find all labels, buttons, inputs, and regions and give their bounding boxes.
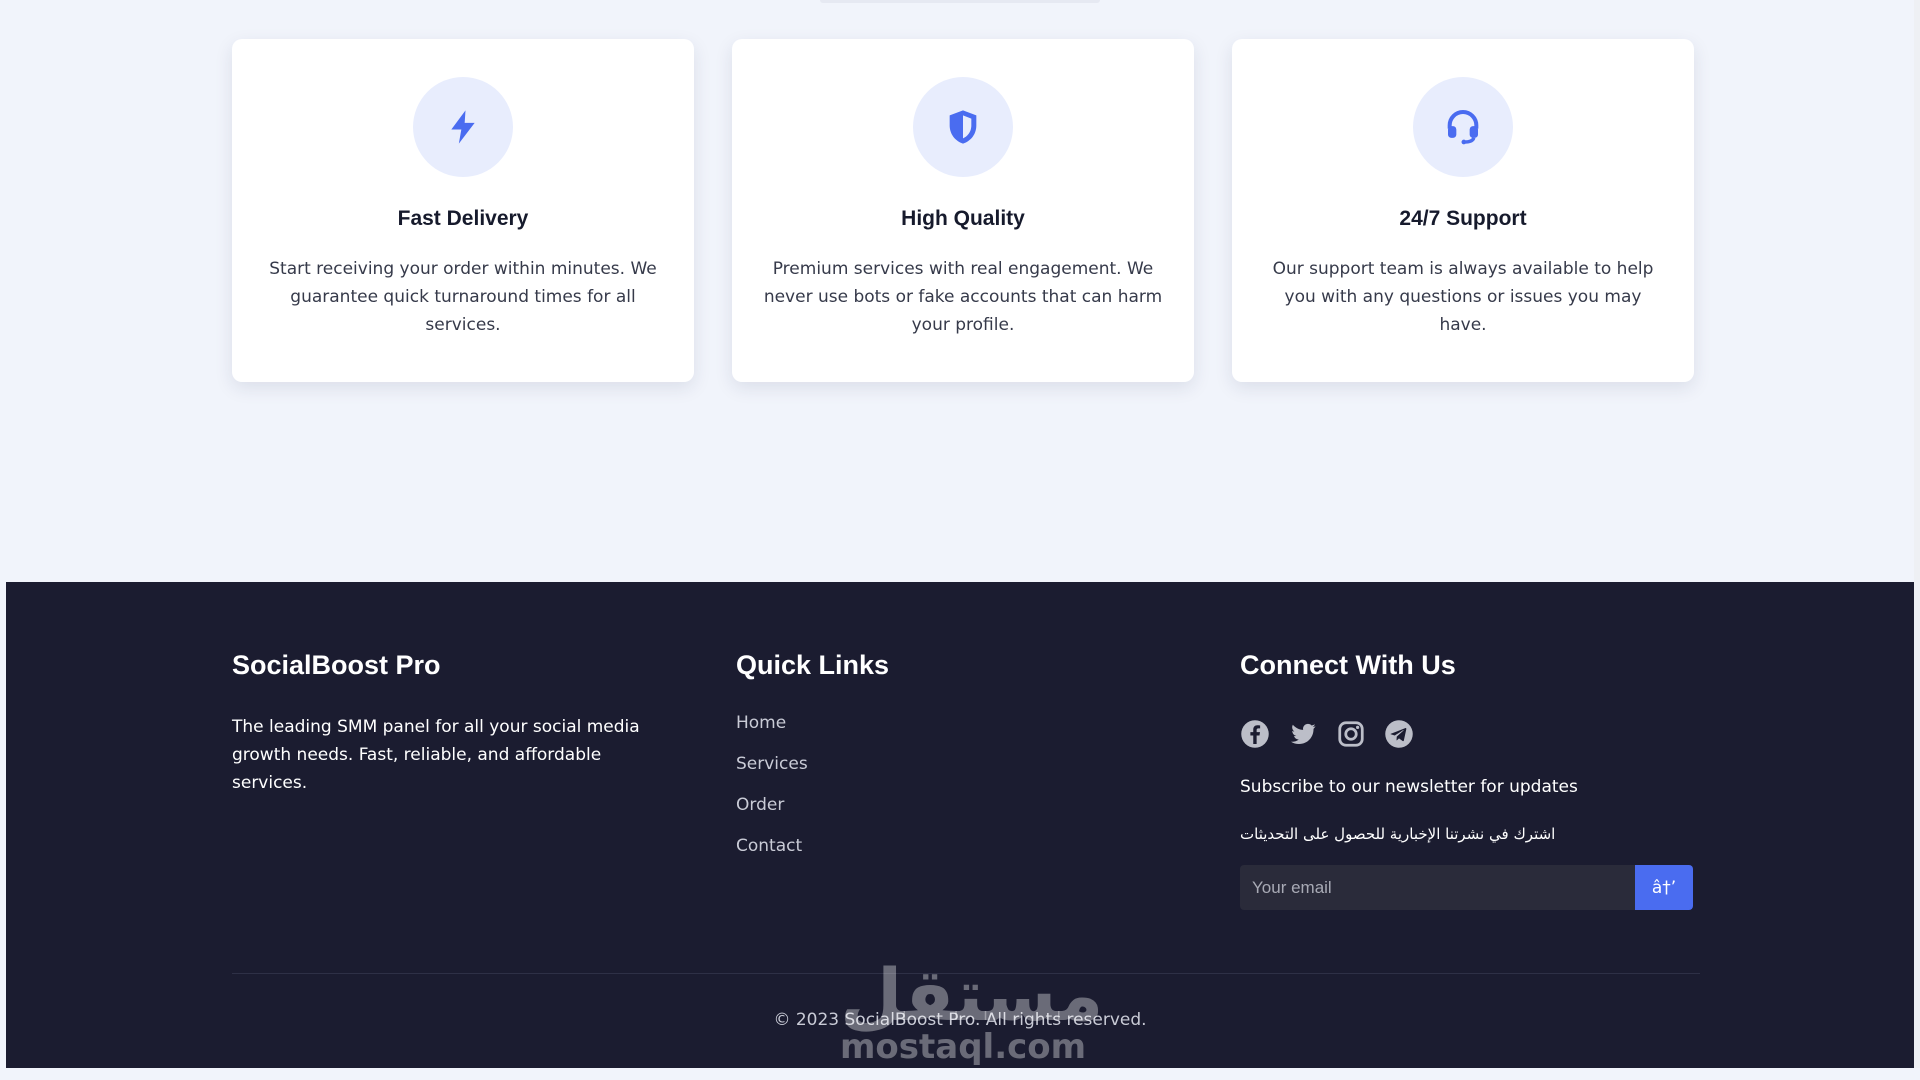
feature-icon-circle	[913, 77, 1013, 177]
email-input[interactable]	[1240, 865, 1635, 910]
footer-connect-title: Connect With Us	[1240, 650, 1456, 680]
headset-icon	[1447, 110, 1479, 145]
footer-brand-column: SocialBoost Pro The leading SMM panel fo…	[232, 650, 672, 797]
footer-brand-title: SocialBoost Pro	[232, 650, 441, 680]
feature-title: High Quality	[901, 207, 1025, 230]
feature-card-fast-delivery: Fast Delivery Start receiving your order…	[232, 39, 694, 382]
features-section: Fast Delivery Start receiving your order…	[232, 39, 1694, 382]
footer-link-services[interactable]: Services	[736, 754, 1036, 795]
newsletter-text-arabic: اشترك في نشرتنا الإخبارية للحصول على الت…	[1240, 825, 1556, 843]
facebook-icon[interactable]	[1240, 719, 1270, 749]
footer-link-contact[interactable]: Contact	[736, 836, 1036, 877]
footer-link-home[interactable]: Home	[736, 713, 1036, 754]
footer-quick-links-column: Quick Links Home Services Order Contact	[736, 650, 1036, 877]
feature-card-support: 24/7 Support Our support team is always …	[1232, 39, 1694, 382]
top-section-edge	[820, 0, 1100, 3]
feature-card-high-quality: High Quality Premium services with real …	[732, 39, 1194, 382]
feature-icon-circle	[1413, 77, 1513, 177]
footer-connect-column: Connect With Us Subscribe to our newslet…	[1240, 650, 1700, 910]
page-scrollbar[interactable]	[1914, 0, 1920, 1068]
telegram-icon[interactable]	[1384, 719, 1414, 749]
copyright-text: © 2023 SocialBoost Pro. All rights reser…	[773, 1010, 1147, 1030]
lightning-icon	[451, 110, 475, 144]
feature-description: Start receiving your order within minute…	[269, 259, 657, 335]
newsletter-form: â†’	[1240, 865, 1693, 910]
subscribe-button[interactable]: â†’	[1635, 865, 1693, 910]
feature-title: Fast Delivery	[397, 207, 529, 230]
feature-title: 24/7 Support	[1399, 207, 1527, 230]
footer-quick-links: Home Services Order Contact	[736, 713, 1036, 877]
feature-description: Premium services with real engagement. W…	[763, 259, 1163, 335]
newsletter-text: Subscribe to our newsletter for updates	[1240, 777, 1578, 797]
twitter-icon[interactable]	[1288, 719, 1318, 749]
social-links	[1240, 719, 1700, 749]
shield-icon	[949, 110, 977, 144]
feature-description: Our support team is always available to …	[1272, 259, 1654, 335]
footer-link-order[interactable]: Order	[736, 795, 1036, 836]
instagram-icon[interactable]	[1336, 719, 1366, 749]
footer-brand-description: The leading SMM panel for all your socia…	[232, 717, 640, 793]
footer-divider	[232, 973, 1700, 974]
footer-quick-links-title: Quick Links	[736, 650, 890, 680]
feature-icon-circle	[413, 77, 513, 177]
site-footer: SocialBoost Pro The leading SMM panel fo…	[6, 582, 1914, 1068]
